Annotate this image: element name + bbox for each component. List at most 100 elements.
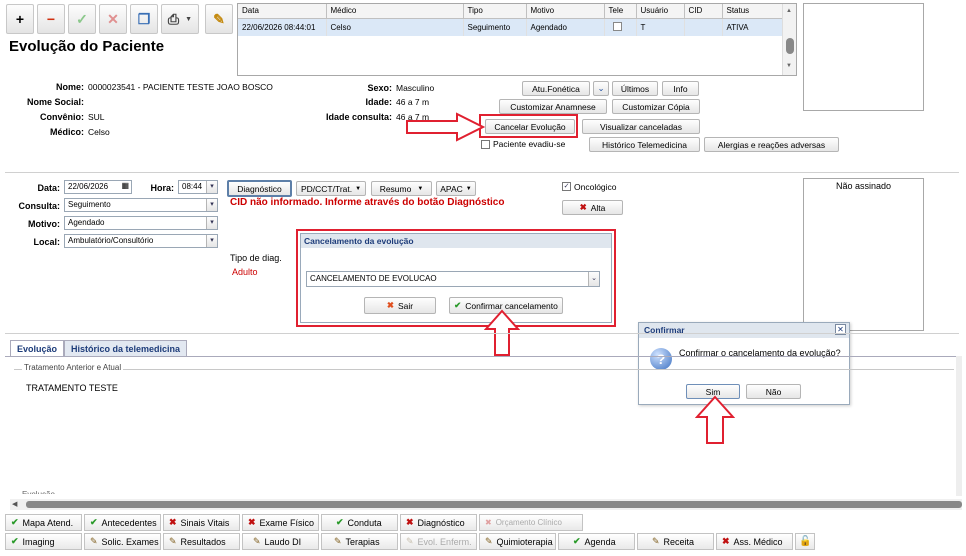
signature-panel-top: [803, 3, 924, 111]
oncologico-checkbox[interactable]: ✓: [562, 182, 571, 191]
convenio-value: SUL: [88, 112, 105, 122]
evol-enferm-button: ✎ Evol. Enferm.: [400, 533, 477, 550]
tab-evolucao[interactable]: Evolução: [10, 340, 65, 356]
cell-tele: [604, 18, 637, 36]
customizar-anamnese-button[interactable]: Customizar Anamnese: [499, 99, 607, 114]
check-icon: ✔: [90, 517, 98, 527]
hora-spinner[interactable]: ▾: [206, 181, 217, 193]
tab-pd-cct[interactable]: PD/CCT/Trat. ▼: [296, 181, 366, 196]
quimioterapia-button[interactable]: ✎ Quimioterapia: [479, 533, 556, 550]
cancel-button[interactable]: ✕: [99, 4, 127, 34]
sair-button[interactable]: ✖ Sair: [364, 297, 436, 314]
receita-button[interactable]: ✎ Receita: [637, 533, 714, 550]
cell-status: ATIVA: [722, 18, 783, 36]
col-cid[interactable]: CID: [684, 4, 723, 19]
sexo-value: Masculino: [396, 83, 435, 93]
divider: [5, 333, 959, 334]
confirm-dialog-titlebar: Confirmar ✕: [639, 323, 849, 338]
copy-button[interactable]: ❐: [130, 4, 158, 34]
chevron-down-icon[interactable]: ▾: [206, 199, 217, 211]
consulta-select[interactable]: Seguimento ▾: [64, 198, 218, 212]
tab-apac[interactable]: APAC ▼: [436, 181, 476, 196]
col-data[interactable]: Data: [238, 4, 327, 19]
historico-telemedicina-button[interactable]: Histórico Telemedicina: [589, 137, 700, 152]
atu-fonetica-button[interactable]: Atu.Fonética: [522, 81, 590, 96]
close-icon: ✖: [722, 536, 730, 546]
nome-value: 0000023541 - PACIENTE TESTE JOAO BOSCO: [88, 82, 273, 92]
imaging-button[interactable]: ✔ Imaging: [5, 533, 82, 550]
laudo-di-button[interactable]: ✎ Laudo DI: [242, 533, 319, 550]
local-select[interactable]: Ambulatório/Consultório ▾: [64, 234, 218, 248]
dropdown-toggle-button[interactable]: ⌄: [593, 81, 609, 96]
pencil-icon: ✎: [90, 536, 98, 546]
col-usuario[interactable]: Usuário: [636, 4, 685, 19]
lock-icon: 🔓: [799, 536, 812, 547]
customizar-copia-button[interactable]: Customizar Cópia: [612, 99, 700, 114]
col-status[interactable]: Status: [722, 4, 783, 19]
evolution-grid[interactable]: Data Médico Tipo Motivo Tele Usuário CID…: [237, 3, 797, 76]
check-icon: ✔: [454, 300, 462, 310]
chevron-down-icon[interactable]: ⌄: [588, 272, 599, 286]
tab-historico-telemedicina[interactable]: Histórico da telemedicina: [64, 340, 188, 356]
col-motivo[interactable]: Motivo: [526, 4, 605, 19]
data-field[interactable]: 22/06/2026 ▦: [64, 180, 132, 194]
table-row[interactable]: 22/06/2026 08:44:01 Celso Seguimento Age…: [238, 18, 783, 36]
print-button[interactable]: ⎙ ▼: [161, 4, 199, 34]
mapa-atend-button[interactable]: ✔ Mapa Atend.: [5, 514, 82, 531]
motivo-label: Motivo:: [28, 219, 60, 229]
sinais-vitais-button[interactable]: ✖ Sinais Vitais: [163, 514, 240, 531]
alergias-button[interactable]: Alergias e reações adversas: [704, 137, 839, 152]
remove-button[interactable]: −: [37, 4, 65, 34]
solic-exames-button[interactable]: ✎ Solic. Exames: [84, 533, 161, 550]
confirm-button[interactable]: ✓: [68, 4, 96, 34]
pencil-icon: ✎: [169, 536, 177, 546]
col-medico[interactable]: Médico: [326, 4, 464, 19]
cid-warning: CID não informado. Informe através do bo…: [230, 197, 505, 208]
question-icon: ?: [650, 348, 672, 370]
alta-button[interactable]: ✖ Alta: [562, 200, 623, 215]
nao-assinado-label: Não assinado: [835, 181, 892, 191]
tab-resumo[interactable]: Resumo ▼: [371, 181, 432, 196]
add-button[interactable]: +: [6, 4, 34, 34]
tab-diagnostico[interactable]: Diagnóstico: [227, 180, 292, 197]
tipo-diag-label: Tipo de diag.: [230, 253, 282, 263]
hora-field[interactable]: 08:44 ▾: [178, 180, 218, 194]
conduta-button[interactable]: ✔ Conduta: [321, 514, 398, 531]
motivo-select[interactable]: Agendado ▾: [64, 216, 218, 230]
close-icon: ✖: [386, 300, 394, 310]
exame-fisico-button[interactable]: ✖ Exame Físico: [242, 514, 319, 531]
nome-label: Nome:: [55, 82, 84, 92]
pencil-icon: ✎: [652, 536, 660, 546]
cell-usuario: T: [636, 18, 685, 36]
close-icon: ✖: [169, 517, 177, 527]
tratamento-text: TRATAMENTO TESTE: [26, 383, 118, 393]
highlight-cancelar: [479, 114, 578, 138]
chevron-down-icon[interactable]: ▾: [206, 235, 217, 247]
terapias-button[interactable]: ✎ Terapias: [321, 533, 398, 550]
vertical-scrollbar[interactable]: [956, 356, 962, 496]
lock-button[interactable]: 🔓: [795, 533, 815, 550]
resultados-button[interactable]: ✎ Resultados: [163, 533, 240, 550]
chevron-down-icon: ▼: [465, 185, 472, 192]
visualizar-canceladas-button[interactable]: Visualizar canceladas: [582, 119, 700, 134]
col-tele[interactable]: Tele: [604, 4, 637, 19]
cell-tipo: Seguimento: [463, 18, 527, 36]
ass-medico-button[interactable]: ✖ Ass. Médico: [716, 533, 793, 550]
agenda-button[interactable]: ✔ Agenda: [558, 533, 635, 550]
info-button[interactable]: Info: [662, 81, 699, 96]
ultimos-button[interactable]: Últimos: [612, 81, 658, 96]
tele-checkbox[interactable]: [612, 21, 622, 31]
horizontal-scrollbar[interactable]: ◀: [10, 499, 962, 510]
col-tipo[interactable]: Tipo: [463, 4, 527, 19]
close-icon: ✖: [485, 518, 492, 527]
edit-button[interactable]: ✎: [205, 4, 233, 34]
print-icon: ⎙: [167, 10, 180, 27]
calendar-icon[interactable]: ▦: [121, 181, 129, 190]
grid-scrollbar[interactable]: ▲ ▼: [782, 4, 796, 75]
cancel-reason-select[interactable]: CANCELAMENTO DE EVOLUCAO ⌄: [306, 271, 600, 287]
consulta-label: Consulta:: [18, 201, 61, 211]
antecedentes-button[interactable]: ✔ Antecedentes: [84, 514, 161, 531]
chevron-down-icon[interactable]: ▾: [206, 217, 217, 229]
diagnostico-button[interactable]: ✖ Diagnóstico: [400, 514, 477, 531]
page-title: Evolução do Paciente: [9, 38, 165, 55]
